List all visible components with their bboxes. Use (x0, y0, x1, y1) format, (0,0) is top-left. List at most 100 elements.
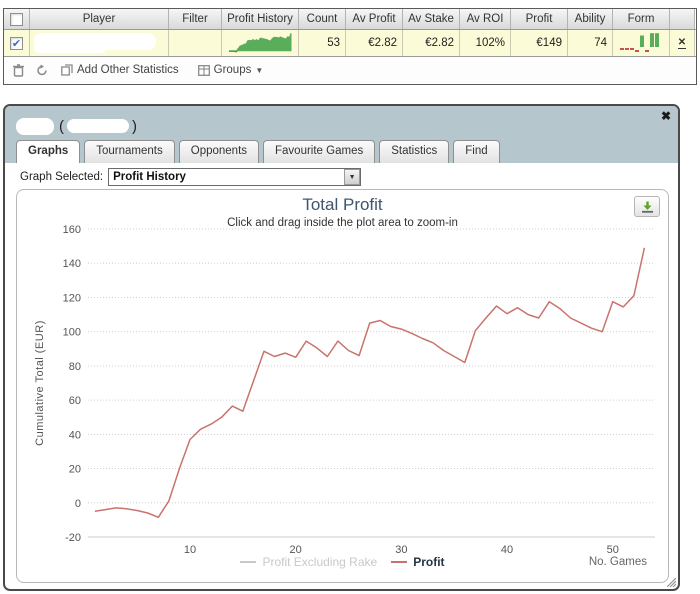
add-other-statistics-label: Add Other Statistics (77, 64, 179, 76)
column-header-form[interactable]: Form (613, 9, 670, 29)
y-tick-label: 0 (75, 498, 81, 510)
groups-label: Groups (213, 64, 252, 76)
legend-item-profit-excluding-rake[interactable]: Profit Excluding Rake (240, 555, 377, 569)
dialog-header: ( ) ✖ Graphs Tournaments Opponents Favourit… (5, 106, 678, 163)
graph-select-arrow-button[interactable]: ▼ (344, 169, 361, 185)
y-axis-title: Cumulative Total (EUR) (34, 320, 46, 446)
column-header-blank[interactable] (670, 9, 695, 29)
axis-tick-labels: -2002040608010012014016010 20 30 40 50 (63, 224, 619, 556)
add-other-statistics-button[interactable]: Add Other Statistics (61, 64, 179, 76)
tab-find[interactable]: Find (453, 140, 500, 163)
legend-item-profit[interactable]: Profit (391, 555, 445, 569)
row-checkbox-checked[interactable]: ✔ (10, 36, 23, 50)
form-bar-win (655, 33, 659, 47)
form-bar-win (650, 33, 654, 47)
table-header-row: Player Filter Profit History Count Av Profit… (4, 9, 696, 30)
y-tick-label: 60 (69, 395, 81, 407)
column-header-player[interactable]: Player (30, 9, 169, 29)
tab-tournaments[interactable]: Tournaments (84, 140, 175, 163)
row-select-cell[interactable]: ✔ (4, 30, 30, 56)
profit-history-cell[interactable] (222, 30, 299, 56)
form-bar-loss (620, 48, 624, 50)
chart-legend: Profit Excluding Rake Profit (17, 555, 668, 569)
y-tick-label: 120 (63, 292, 81, 304)
y-tick-label: 80 (69, 361, 81, 373)
profit-sparkline-chart (228, 33, 292, 53)
form-bar-win (640, 35, 644, 47)
form-bar-loss (630, 48, 634, 50)
form-mini-bar-chart (620, 33, 659, 52)
tab-opponents[interactable]: Opponents (178, 140, 260, 163)
legend-dash-gray (240, 561, 257, 563)
column-header-profit-history[interactable]: Profit History (222, 9, 299, 29)
chevron-down-icon: ▼ (255, 65, 264, 75)
player-detail-dialog: ( ) ✖ Graphs Tournaments Opponents Favourit… (3, 104, 680, 591)
dialog-content: Graph Selected: Profit History ▼ Total P… (5, 163, 678, 583)
graph-select-dropdown[interactable]: Profit History ▼ (108, 168, 362, 186)
refresh-icon (37, 64, 47, 75)
profit-line-series (94, 247, 646, 519)
player-stats-table: Player Filter Profit History Count Av Profit… (3, 8, 697, 85)
graph-selected-label: Graph Selected: (20, 171, 104, 183)
form-bar-loss (635, 50, 639, 52)
y-tick-label: 140 (63, 258, 81, 270)
y-tick-label: 40 (69, 429, 81, 441)
groups-dropdown-button[interactable]: Groups ▼ (197, 64, 264, 76)
graph-select-value: Profit History (113, 171, 186, 183)
dialog-title: ( ) (16, 115, 137, 137)
title-close-paren: ) (132, 117, 137, 135)
column-header-av-roi[interactable]: Av ROI (460, 9, 511, 29)
column-header-profit[interactable]: Profit (511, 9, 568, 29)
av-profit-cell: €2.82 (346, 30, 403, 56)
legend-dash-red (391, 561, 408, 563)
column-header-av-profit[interactable]: Av Profit (346, 9, 403, 29)
column-header-av-stake[interactable]: Av Stake (403, 9, 460, 29)
redacted-title-name (16, 117, 54, 135)
copy-icon (61, 64, 73, 76)
profit-cell: €149 (511, 30, 568, 56)
gridlines (88, 228, 655, 504)
legend-label: Profit Excluding Rake (262, 555, 378, 569)
delete-button[interactable] (13, 63, 24, 77)
column-header-filter[interactable]: Filter (169, 9, 222, 29)
x-axis-title: No. Games (588, 556, 647, 568)
table-toolbar: Add Other Statistics Groups ▼ (4, 57, 696, 83)
player-name-cell[interactable] (30, 30, 169, 56)
tab-statistics[interactable]: Statistics (379, 140, 450, 163)
dialog-tabs: Graphs Tournaments Opponents Favourite Game… (16, 140, 500, 163)
column-header-count[interactable]: Count (299, 9, 346, 29)
select-all-header-cell[interactable] (4, 9, 30, 29)
y-tick-label: 20 (69, 464, 81, 476)
form-cell (613, 30, 670, 56)
dialog-close-icon[interactable]: ✖ (661, 109, 671, 123)
table-row: ✔ 53 €2.82 €2.82 102% €149 74 ✕ (4, 30, 696, 57)
groups-grid-icon (197, 64, 210, 76)
av-roi-cell: 102% (460, 30, 511, 56)
tab-favourite-games[interactable]: Favourite Games (263, 140, 376, 163)
chevron-down-icon: ▼ (348, 173, 356, 181)
legend-label: Profit (413, 555, 445, 569)
redacted-title-id (67, 119, 129, 133)
sparkline-area (229, 33, 292, 52)
av-stake-cell: €2.82 (403, 30, 460, 56)
select-all-checkbox[interactable] (10, 12, 23, 26)
ability-cell: 74 (568, 30, 613, 56)
title-open-paren: ( (59, 117, 64, 135)
column-header-ability[interactable]: Ability (568, 9, 613, 29)
redacted-player-name-2 (34, 44, 106, 53)
filter-cell[interactable] (169, 30, 222, 56)
remove-row-cell[interactable]: ✕ (670, 30, 695, 56)
y-tick-label: 100 (63, 327, 81, 339)
y-tick-label: 160 (63, 224, 81, 236)
form-bar-loss (645, 50, 649, 52)
resize-grip[interactable] (667, 578, 676, 587)
trash-icon (13, 63, 24, 77)
profit-chart-svg[interactable]: -2002040608010012014016010 20 30 40 50Cumula… (17, 190, 670, 584)
remove-row-icon[interactable]: ✕ (677, 37, 687, 49)
y-tick-label: -20 (65, 532, 81, 544)
refresh-button[interactable] (36, 64, 48, 77)
count-cell: 53 (299, 30, 346, 56)
form-bar-loss (625, 48, 629, 50)
total-profit-chart-panel: Total Profit Click and drag inside the p… (16, 189, 669, 583)
tab-graphs[interactable]: Graphs (16, 140, 81, 163)
